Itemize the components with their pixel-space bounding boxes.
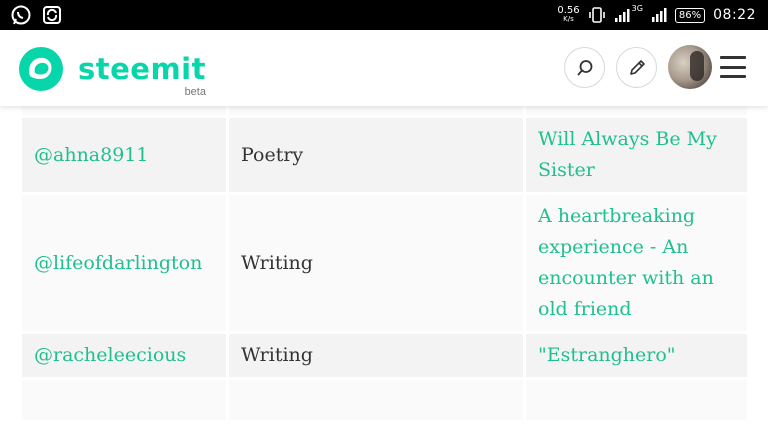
- user-cell: @ahna8911: [22, 118, 226, 192]
- whatsapp-icon: [11, 5, 31, 25]
- signal-icon: [614, 9, 630, 22]
- table-row: @racheleecious Writing "Estranghero": [22, 334, 747, 377]
- app-header: steemit beta: [0, 30, 768, 106]
- clock: 08:22: [713, 7, 756, 23]
- category-cell: Poetry: [229, 118, 523, 192]
- category-text: Writing: [241, 344, 313, 366]
- category-cell: [229, 380, 523, 420]
- post-link[interactable]: Will Always Be My Sister: [538, 128, 717, 181]
- status-bar-right: 0.56 K/s 3G 86% 08:22: [557, 0, 756, 30]
- user-link[interactable]: @ahna8911: [34, 144, 148, 166]
- table-row: [22, 106, 747, 115]
- category-cell: Writing: [229, 334, 523, 377]
- title-cell: [526, 106, 747, 115]
- post-link[interactable]: "Estranghero": [538, 344, 676, 366]
- post-content: @ahna8911 Poetry Will Always Be My Siste…: [0, 106, 768, 432]
- steemit-logo[interactable]: steemit beta: [18, 46, 206, 98]
- steemit-logo-icon: [19, 47, 63, 91]
- menu-line: [720, 65, 746, 69]
- compose-button[interactable]: [616, 47, 657, 88]
- title-cell: Will Always Be My Sister: [526, 118, 747, 192]
- brand-name: steemit: [78, 52, 206, 86]
- category-cell: [229, 106, 523, 115]
- search-icon: [576, 59, 592, 76]
- network-type: 3G: [631, 4, 643, 13]
- user-link[interactable]: @lifeofdarlington: [34, 252, 202, 274]
- user-cell: @racheleecious: [22, 334, 226, 377]
- network-speed-unit: K/s: [563, 15, 574, 23]
- user-cell: [22, 380, 226, 420]
- category-cell: Writing: [229, 195, 523, 331]
- title-cell: A heartbreaking experience - An encounte…: [526, 195, 747, 331]
- post-link[interactable]: A heartbreaking experience - An encounte…: [538, 205, 714, 320]
- pencil-icon: [629, 59, 645, 75]
- title-cell: "Estranghero": [526, 334, 747, 377]
- entries-table: @ahna8911 Poetry Will Always Be My Siste…: [19, 106, 750, 423]
- category-text: Poetry: [241, 143, 304, 166]
- avatar[interactable]: [668, 45, 712, 89]
- hamburger-menu-icon[interactable]: [720, 56, 746, 78]
- network-speed: 0.56 K/s: [557, 6, 579, 24]
- table-row: [22, 380, 747, 420]
- category-text: Writing: [241, 251, 313, 274]
- menu-line: [720, 56, 746, 59]
- signal-icon-2: [651, 8, 667, 22]
- title-cell: [526, 380, 747, 420]
- beta-label: beta: [184, 86, 206, 98]
- table-row: @ahna8911 Poetry Will Always Be My Siste…: [22, 118, 747, 192]
- status-bar: 0.56 K/s 3G 86% 08:22: [0, 0, 768, 30]
- user-cell: [22, 106, 226, 115]
- vibrate-icon: [588, 7, 605, 23]
- search-button[interactable]: [564, 47, 605, 88]
- network-speed-value: 0.56: [557, 5, 580, 16]
- battery-indicator: 86%: [674, 7, 706, 23]
- menu-line: [720, 75, 746, 78]
- sync-icon: [43, 6, 61, 24]
- brand: steemit beta: [78, 52, 206, 98]
- user-link[interactable]: @racheleecious: [34, 344, 186, 366]
- user-cell: @lifeofdarlington: [22, 195, 226, 331]
- status-bar-left: [10, 4, 62, 26]
- table-row: @lifeofdarlington Writing A heartbreakin…: [22, 195, 747, 331]
